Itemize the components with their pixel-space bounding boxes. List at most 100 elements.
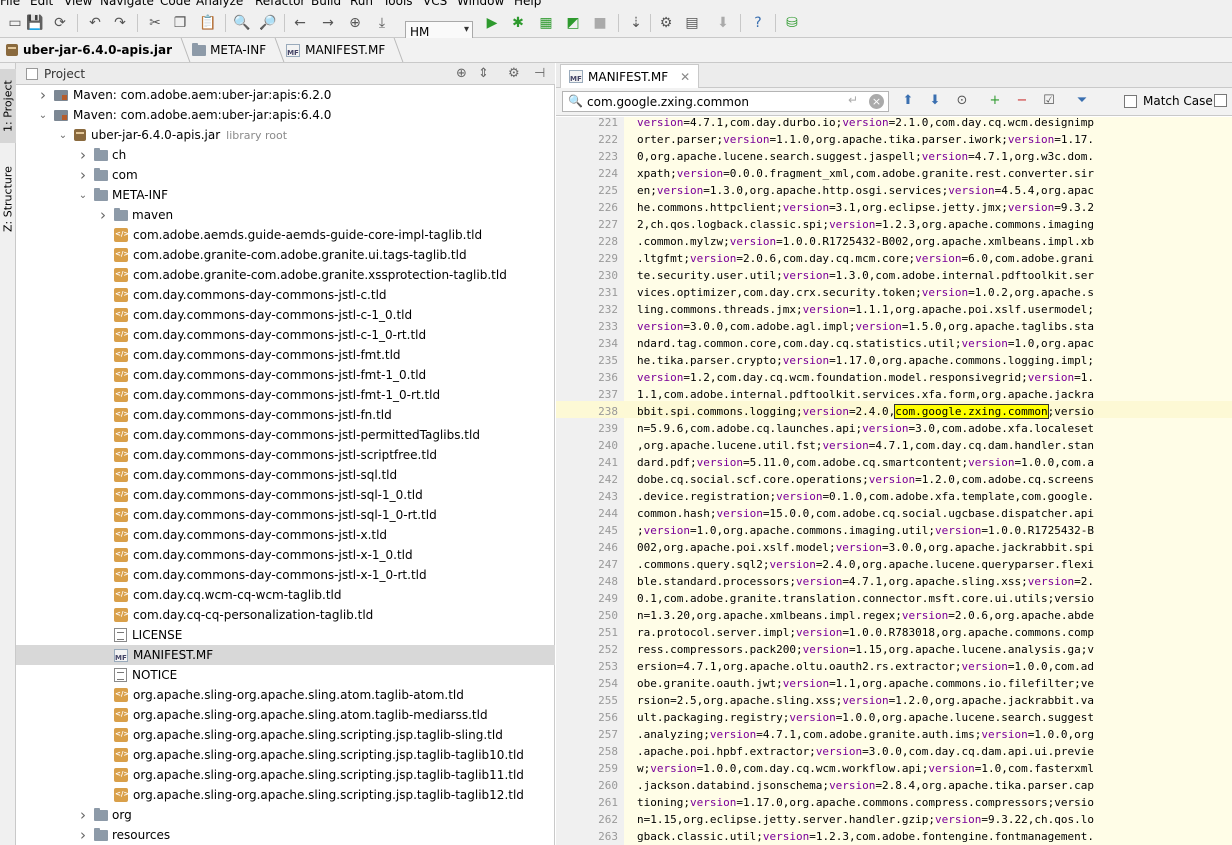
paste-icon[interactable]: 📋 <box>198 13 218 33</box>
tree-item[interactable]: com.day.commons-day-commons-jstl-fmt-1_0… <box>16 385 555 405</box>
tree-item[interactable]: NOTICE <box>16 665 555 685</box>
menu-edit[interactable]: Edit <box>30 0 53 8</box>
tree-item[interactable]: ⌄ META-INF <box>16 185 555 205</box>
back-icon[interactable]: ← <box>290 13 310 33</box>
find-all-icon[interactable]: ⊙ <box>953 93 971 108</box>
menu-help[interactable]: Help <box>514 0 541 8</box>
project-structure-icon[interactable]: ▤ <box>682 13 702 33</box>
chevron-right-icon[interactable]: › <box>76 166 90 184</box>
tree-item[interactable]: org.apache.sling-org.apache.sling.script… <box>16 745 555 765</box>
menu-window[interactable]: Window <box>457 0 504 8</box>
tree-item[interactable]: com.day.commons-day-commons-jstl-fn.tld <box>16 405 555 425</box>
tree-item[interactable]: com.day.cq.wcm-cq-wcm-taglib.tld <box>16 585 555 605</box>
tree-item[interactable]: com.adobe.aemds.guide-aemds-guide-core-i… <box>16 225 555 245</box>
tree-item[interactable]: › maven <box>16 205 555 225</box>
save-icon[interactable]: 💾 <box>25 13 45 33</box>
regex-checkbox[interactable] <box>1214 94 1227 107</box>
coverage-icon[interactable]: ▦ <box>536 13 556 33</box>
tree-item[interactable]: com.adobe.granite-com.adobe.granite.xssp… <box>16 265 555 285</box>
tab-structure-tool[interactable]: Z: Structure <box>0 158 16 240</box>
chevron-right-icon[interactable]: › <box>76 826 90 844</box>
forward-icon[interactable]: → <box>318 13 338 33</box>
tree-item[interactable]: com.day.commons-day-commons-jstl-fmt-1_0… <box>16 365 555 385</box>
chevron-right-icon[interactable]: › <box>76 146 90 164</box>
menu-analyze[interactable]: Analyze <box>196 0 243 8</box>
tree-item[interactable]: org.apache.sling-org.apache.sling.script… <box>16 725 555 745</box>
filter-icon[interactable]: ⏷ <box>1073 93 1091 108</box>
menu-build[interactable]: Build <box>311 0 341 8</box>
project-view-icon[interactable] <box>26 67 38 80</box>
gear-icon[interactable]: ⚙ <box>508 66 520 81</box>
tree-item[interactable]: org.apache.sling-org.apache.sling.atom.t… <box>16 685 555 705</box>
tree-item[interactable]: com.adobe.granite-com.adobe.granite.ui.t… <box>16 245 555 265</box>
copy-icon[interactable]: ❐ <box>170 13 190 33</box>
tab-manifest[interactable]: MANIFEST.MF ✕ <box>560 64 700 88</box>
make-project-icon[interactable]: ⊕ <box>345 13 365 33</box>
code-view[interactable]: 221 version=4.7.1,com.day.durbo.io;versio… <box>556 117 1232 845</box>
menu-navigate[interactable]: Navigate <box>100 0 154 8</box>
menu-vcs[interactable]: VCS <box>423 0 447 8</box>
menu-view[interactable]: View <box>64 0 92 8</box>
menu-refactor[interactable]: Refactor <box>255 0 305 8</box>
newline-icon[interactable]: ↵ <box>848 93 858 107</box>
folder-open-icon[interactable]: ▭ <box>5 13 25 33</box>
tree-item[interactable]: com.day.commons-day-commons-jstl-x-1_0.t… <box>16 545 555 565</box>
tree-item[interactable]: com.day.commons-day-commons-jstl-permitt… <box>16 425 555 445</box>
sdk-icon[interactable]: ⬇ <box>713 13 733 33</box>
tree-item[interactable]: › org <box>16 805 555 825</box>
find-icon[interactable]: 🔍 <box>232 13 252 33</box>
tree-item[interactable]: com.day.commons-day-commons-jstl-c.tld <box>16 285 555 305</box>
stop-icon[interactable]: ■ <box>590 13 610 33</box>
tree-item[interactable]: › com <box>16 165 555 185</box>
tree-item[interactable]: com.day.commons-day-commons-jstl-fmt.tld <box>16 345 555 365</box>
menu-tools[interactable]: Tools <box>383 0 413 8</box>
tree-item[interactable]: ⌄ Maven: com.adobe.aem:uber-jar:apis:6.4.… <box>16 105 555 125</box>
tree-item[interactable]: ⌄ uber-jar-6.4.0-apis.jar library root <box>16 125 555 145</box>
tree-item[interactable]: com.day.commons-day-commons-jstl-scriptf… <box>16 445 555 465</box>
remove-selection-icon[interactable]: − <box>1013 93 1031 108</box>
tree-item[interactable]: LICENSE <box>16 625 555 645</box>
undo-icon[interactable]: ↶ <box>85 13 105 33</box>
breadcrumb-jar[interactable]: uber-jar-6.4.0-apis.jar <box>6 38 192 62</box>
select-all-icon[interactable]: ☑ <box>1040 93 1058 108</box>
tree-item[interactable]: com.day.commons-day-commons-jstl-x.tld <box>16 525 555 545</box>
match-case-option[interactable]: Match Case <box>1124 94 1213 108</box>
chevron-right-icon[interactable]: › <box>36 86 50 104</box>
tree-item[interactable]: › ch <box>16 145 555 165</box>
tree-item[interactable]: com.day.commons-day-commons-jstl-c-1_0.t… <box>16 305 555 325</box>
redo-icon[interactable]: ↷ <box>110 13 130 33</box>
tree-item[interactable]: › Maven: com.adobe.aem:uber-jar:apis:6.2.… <box>16 85 555 105</box>
search-input[interactable]: 🔍 com.google.zxing.common ↵ × <box>562 91 889 112</box>
tree-item[interactable]: org.apache.sling-org.apache.sling.script… <box>16 785 555 805</box>
locate-icon[interactable]: ⊕ <box>456 66 467 81</box>
tree-item[interactable]: com.day.commons-day-commons-jstl-x-1_0-r… <box>16 565 555 585</box>
menu-file[interactable]: File <box>0 0 20 8</box>
clear-icon[interactable]: × <box>869 94 884 109</box>
chevron-right-icon[interactable]: › <box>76 806 90 824</box>
match-case-checkbox[interactable] <box>1124 94 1137 108</box>
tree-item[interactable]: com.day.commons-day-commons-jstl-sql-1_0… <box>16 505 555 525</box>
previous-occurrence-icon[interactable]: ⬆ <box>899 93 917 108</box>
chevron-down-icon[interactable]: ⌄ <box>36 110 50 121</box>
build-icon[interactable]: ⤓ <box>372 13 392 33</box>
close-icon[interactable]: ✕ <box>680 70 690 84</box>
chevron-down-icon[interactable]: ⌄ <box>56 130 70 141</box>
settings-icon[interactable]: ⚙ <box>656 13 676 33</box>
chevron-down-icon[interactable]: ⌄ <box>76 190 90 201</box>
tree-item[interactable]: org.apache.sling-org.apache.sling.atom.t… <box>16 705 555 725</box>
tab-project-tool[interactable]: 1: Project <box>0 69 16 143</box>
cut-icon[interactable]: ✂ <box>145 13 165 33</box>
menu-code[interactable]: Code <box>160 0 191 8</box>
menu-run[interactable]: Run <box>350 0 373 8</box>
chevron-right-icon[interactable]: › <box>96 206 110 224</box>
breadcrumb-meta-inf[interactable]: META-INF <box>192 38 286 62</box>
hide-icon[interactable]: ⊣ <box>534 66 545 81</box>
plugin-icon[interactable]: ⛁ <box>782 13 802 33</box>
profile-icon[interactable]: ◩ <box>563 13 583 33</box>
tree-item[interactable]: com.day.cq-cq-personalization-taglib.tld <box>16 605 555 625</box>
sync-icon[interactable]: ⟳ <box>50 13 70 33</box>
tree-item[interactable]: MANIFEST.MF <box>16 645 555 665</box>
replace-icon[interactable]: 🔎 <box>258 13 278 33</box>
help-icon[interactable]: ? <box>748 13 768 33</box>
tree-item[interactable]: org.apache.sling-org.apache.sling.script… <box>16 765 555 785</box>
